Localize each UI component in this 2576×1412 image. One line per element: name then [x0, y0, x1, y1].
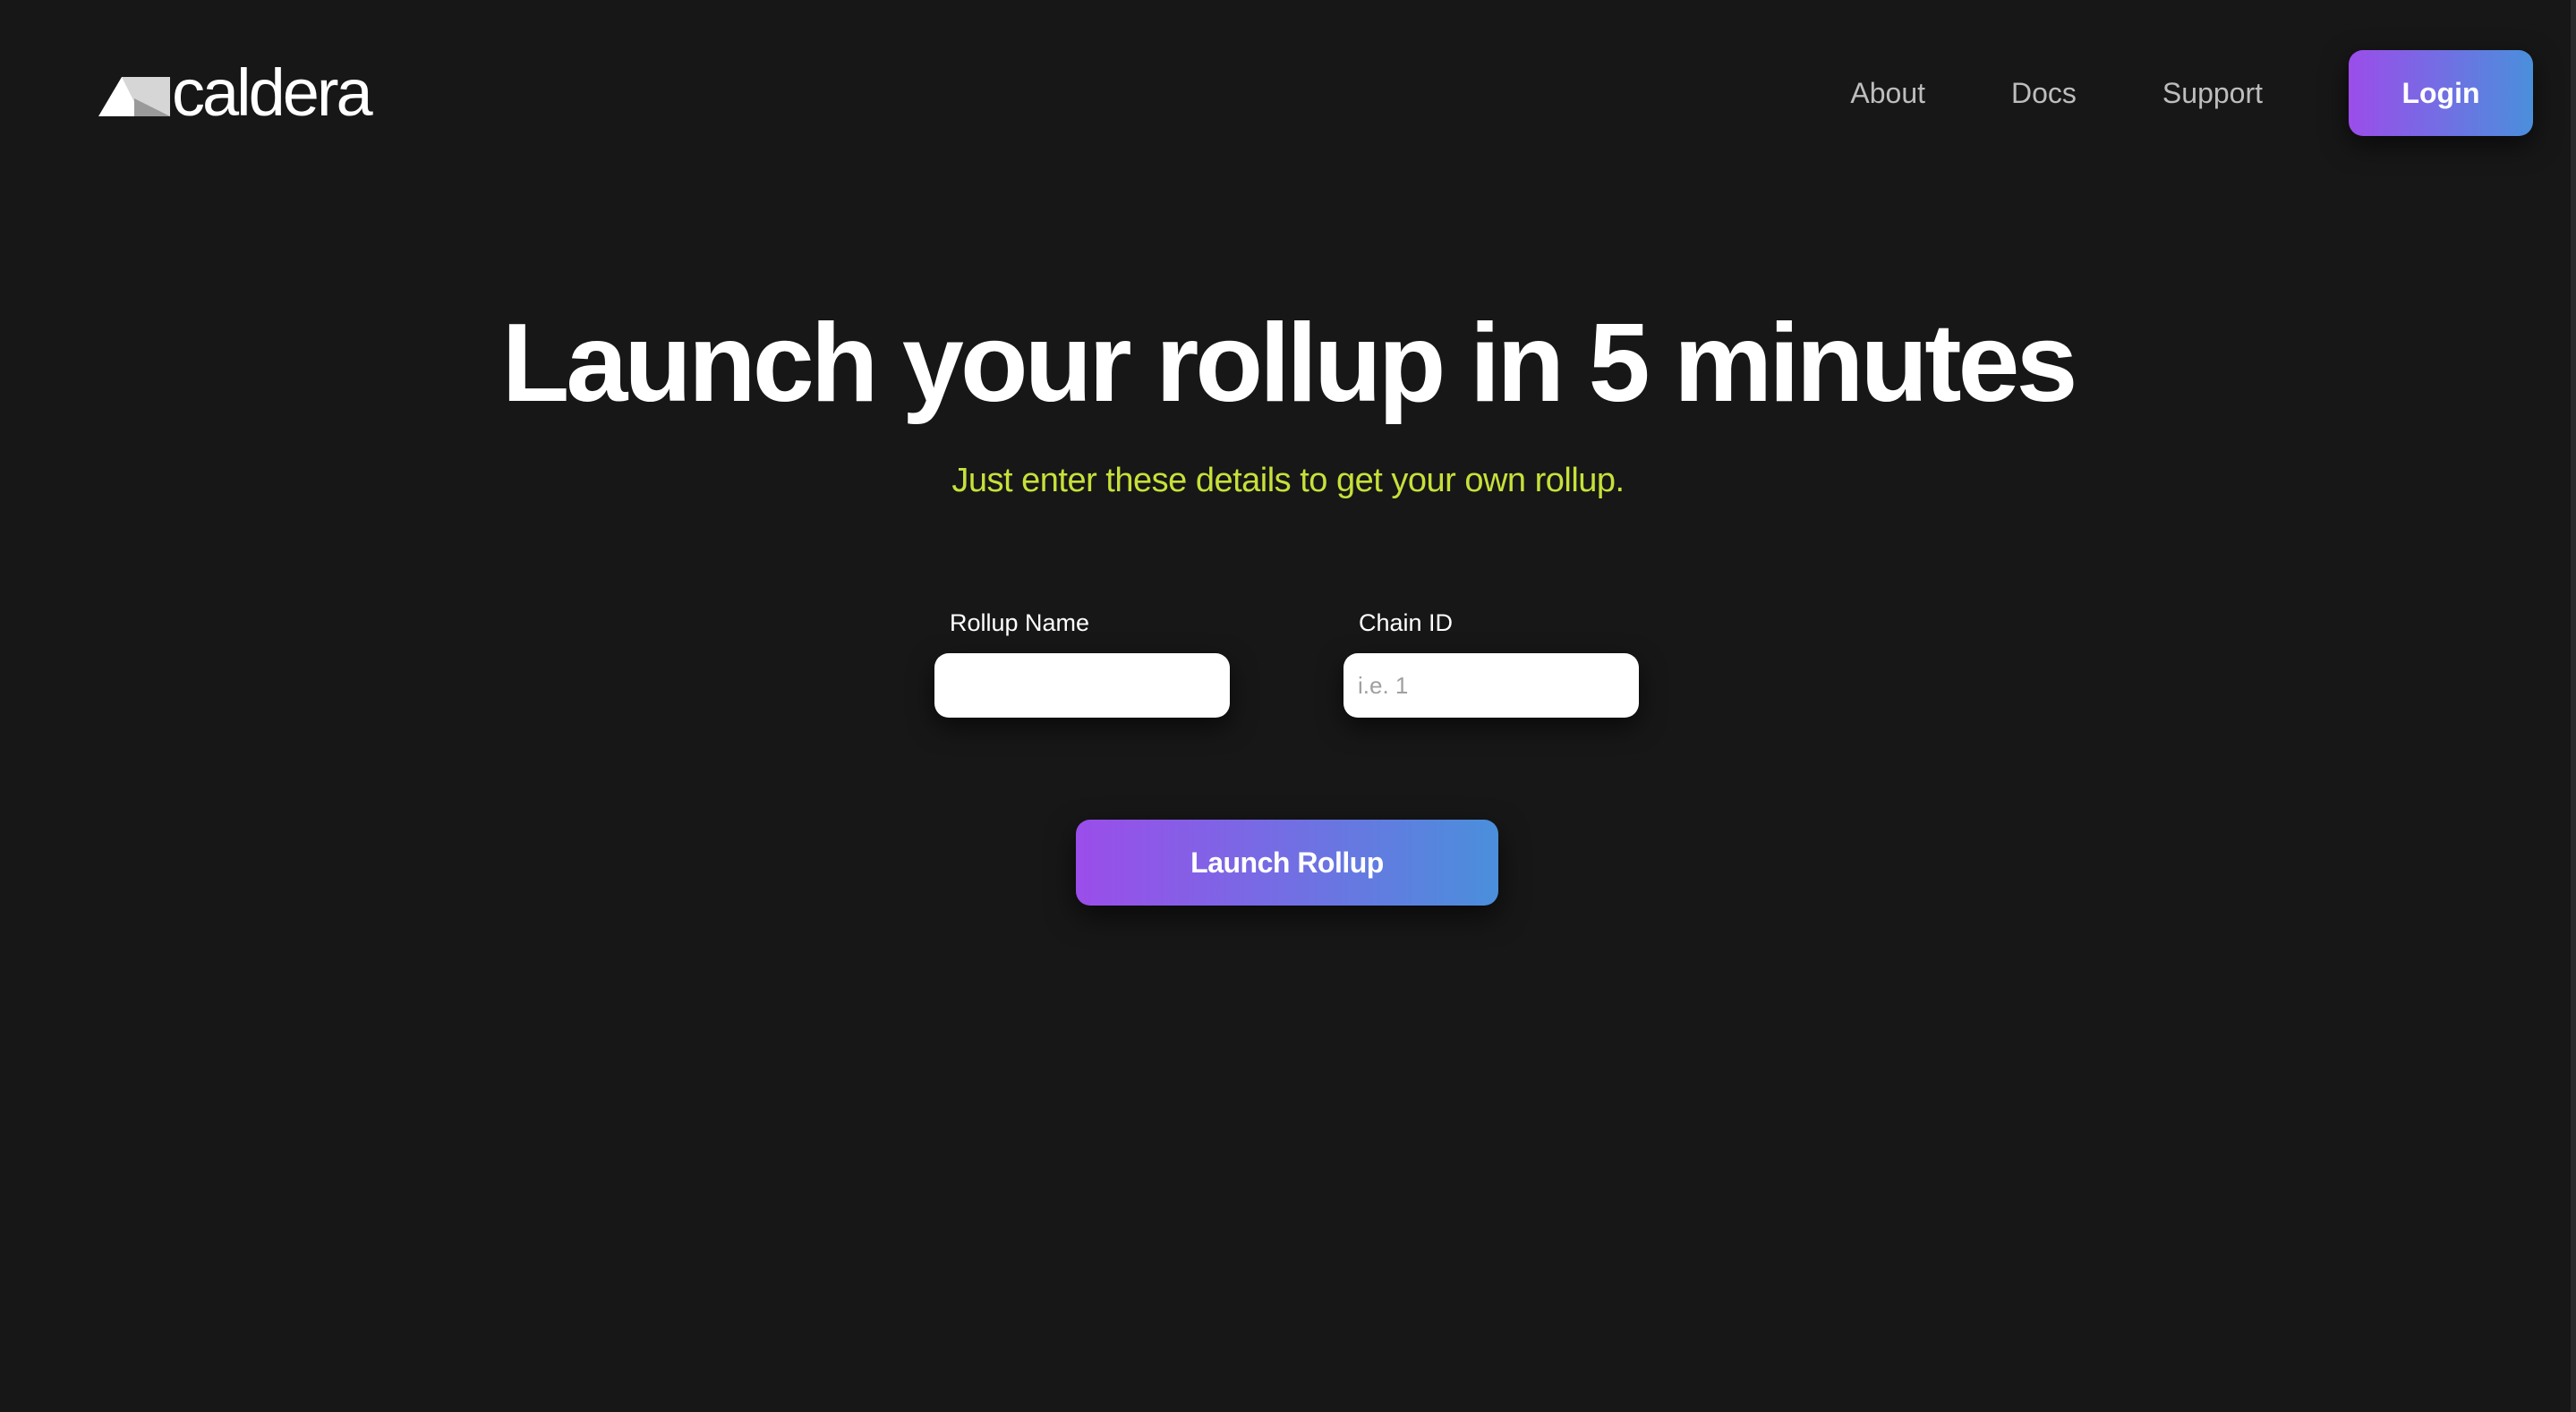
chain-id-field: Chain ID [1343, 605, 1639, 718]
mountain-logo-icon [98, 77, 170, 116]
nav-link-about[interactable]: About [1850, 77, 1925, 110]
nav-link-support[interactable]: Support [2162, 77, 2263, 110]
chain-id-input[interactable] [1343, 653, 1639, 718]
rollup-name-label: Rollup Name [950, 609, 1090, 636]
caldera-logo[interactable]: caldera [98, 55, 373, 130]
hero-title: Launch your rollup in 5 minutes [501, 302, 2078, 425]
rollup-name-input[interactable] [934, 653, 1230, 718]
chain-id-label: Chain ID [1359, 609, 1454, 636]
rollup-name-field: Rollup Name [934, 605, 1230, 718]
nav-link-docs[interactable]: Docs [2011, 77, 2077, 110]
hero-subtitle: Just enter these details to get your own… [951, 462, 1625, 499]
login-button[interactable]: Login [2349, 50, 2533, 136]
logo-wordmark: caldera [172, 55, 373, 130]
launch-rollup-button[interactable]: Launch Rollup [1076, 820, 1498, 906]
main-nav: About Docs Support Login [1850, 50, 2533, 136]
window-edge [2571, 0, 2576, 1412]
